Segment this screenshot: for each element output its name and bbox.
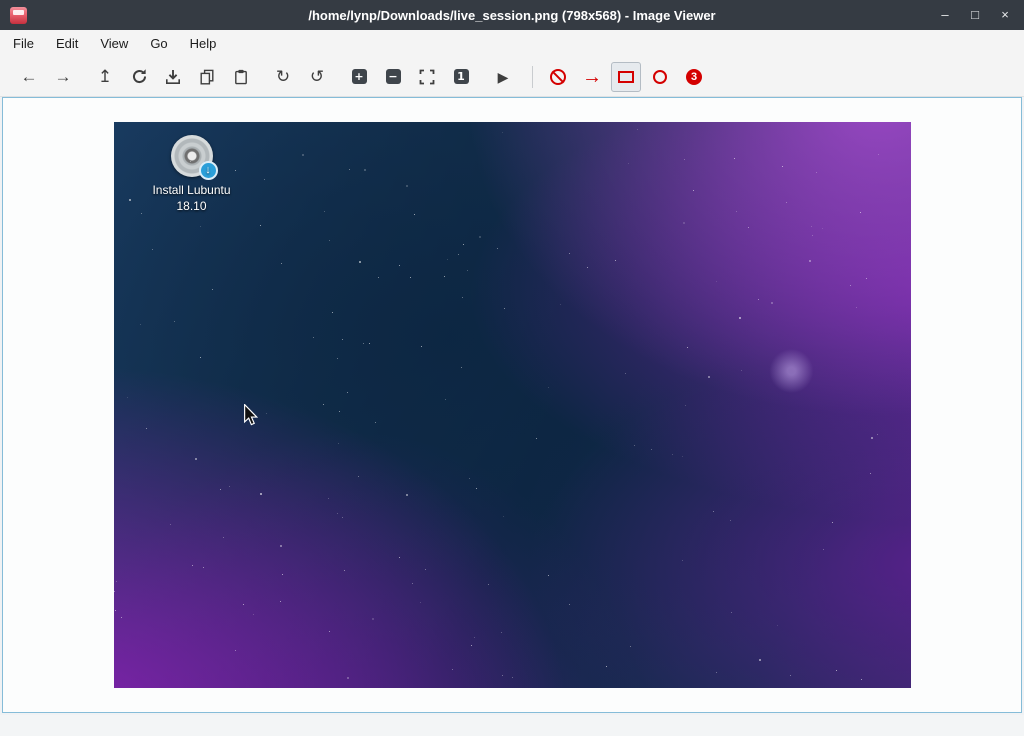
paste-icon — [233, 69, 249, 85]
rotate-clockwise-button[interactable]: ↻ — [268, 62, 298, 92]
draw-number-button[interactable]: 3 — [679, 62, 709, 92]
forward-button[interactable]: → — [48, 62, 78, 92]
open-file-button[interactable]: ↥ — [90, 62, 120, 92]
window-title: /home/lynp/Downloads/live_session.png (7… — [0, 8, 1024, 23]
save-button[interactable] — [158, 62, 188, 92]
rotate-counterclockwise-icon: ↺ — [310, 68, 324, 85]
status-area — [0, 715, 1024, 736]
desktop-icon-label-line1: Install Lubuntu — [152, 182, 230, 198]
image-viewer-window: /home/lynp/Downloads/live_session.png (7… — [0, 0, 1024, 97]
toolbar: ← → ↥ — [0, 57, 1024, 97]
copy-icon — [199, 69, 215, 85]
zoom-in-icon: + — [352, 69, 367, 84]
reload-icon — [131, 68, 148, 85]
reload-button[interactable] — [124, 62, 154, 92]
cd-disc-icon: ↓ — [171, 135, 213, 177]
draw-circle-icon — [653, 70, 667, 84]
download-badge-icon: ↓ — [199, 161, 218, 180]
slideshow-play-button[interactable]: ▶ — [488, 62, 518, 92]
menu-go[interactable]: Go — [139, 31, 178, 56]
draw-none-button[interactable] — [543, 62, 573, 92]
zoom-out-button[interactable]: − — [378, 62, 408, 92]
app-icon — [10, 7, 27, 24]
forward-icon: → — [55, 68, 72, 85]
install-lubuntu-desktop-icon: ↓ Install Lubuntu 18.10 — [140, 135, 244, 214]
open-icon: ↥ — [98, 68, 112, 85]
rotate-counterclockwise-button[interactable]: ↺ — [302, 62, 332, 92]
no-annotation-icon — [550, 69, 566, 85]
zoom-in-button[interactable]: + — [344, 62, 374, 92]
menu-view[interactable]: View — [89, 31, 139, 56]
mouse-cursor — [243, 404, 259, 426]
menu-edit[interactable]: Edit — [45, 31, 89, 56]
save-icon — [165, 69, 181, 85]
image-viewport[interactable]: ↓ Install Lubuntu 18.10 — [2, 97, 1022, 713]
play-icon: ▶ — [498, 70, 509, 84]
menu-help[interactable]: Help — [179, 31, 228, 56]
fit-window-button[interactable] — [412, 62, 442, 92]
draw-circle-button[interactable] — [645, 62, 675, 92]
desktop-icon-label-line2: 18.10 — [152, 198, 230, 214]
menubar: File Edit View Go Help — [0, 30, 1024, 57]
menu-file[interactable]: File — [2, 31, 45, 56]
copy-button[interactable] — [192, 62, 222, 92]
toolbar-separator — [532, 66, 533, 88]
original-size-icon: 1 — [454, 69, 469, 84]
back-icon: ← — [21, 68, 38, 85]
maximize-button[interactable]: □ — [968, 0, 982, 30]
close-button[interactable]: × — [998, 0, 1012, 30]
draw-number-icon: 3 — [686, 69, 702, 85]
draw-rectangle-icon — [618, 71, 634, 83]
minimize-button[interactable]: – — [938, 0, 952, 30]
displayed-image: ↓ Install Lubuntu 18.10 — [114, 122, 911, 688]
rotate-clockwise-icon: ↻ — [276, 68, 290, 85]
titlebar[interactable]: /home/lynp/Downloads/live_session.png (7… — [0, 0, 1024, 30]
original-size-button[interactable]: 1 — [446, 62, 476, 92]
draw-arrow-button[interactable]: → — [577, 62, 607, 92]
window-controls: – □ × — [938, 0, 1016, 30]
back-button[interactable]: ← — [14, 62, 44, 92]
draw-rectangle-button[interactable] — [611, 62, 641, 92]
zoom-out-icon: − — [386, 69, 401, 84]
draw-arrow-icon: → — [582, 67, 602, 87]
paste-button[interactable] — [226, 62, 256, 92]
fit-window-icon — [419, 69, 435, 85]
